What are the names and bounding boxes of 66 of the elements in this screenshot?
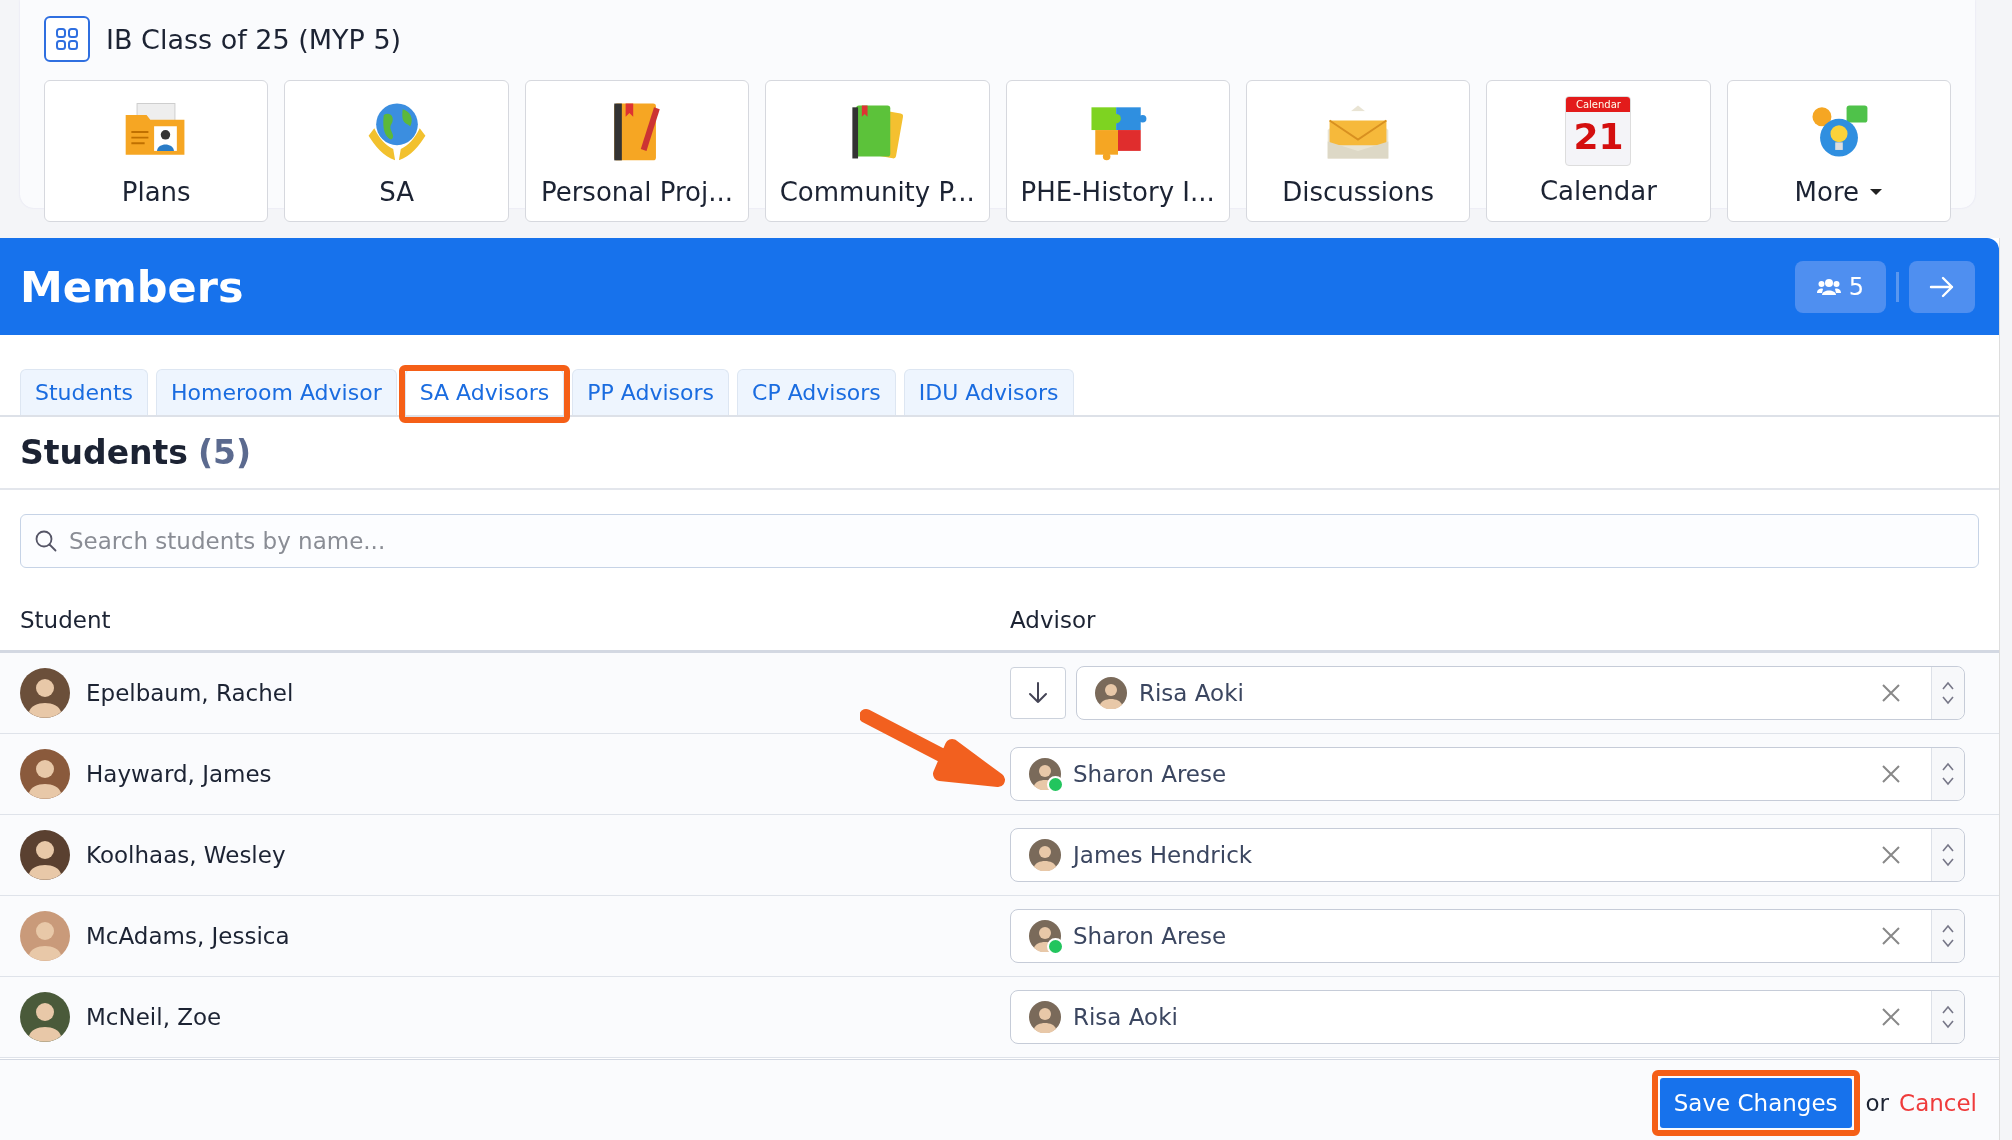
column-header: Advisor: [1010, 607, 1097, 633]
tab[interactable]: PP Advisors: [572, 369, 729, 415]
up-down-chevron-icon: [1941, 922, 1955, 950]
app-tile[interactable]: Community P...: [765, 80, 990, 222]
advisor-name: Risa Aoki: [1073, 1004, 1179, 1030]
avatar-silhouette: [20, 911, 70, 961]
forward-button[interactable]: [1909, 260, 1975, 313]
section-title: Students: [20, 433, 188, 472]
student-name: McAdams, Jessica: [86, 923, 290, 949]
right-arrow-icon: [1929, 275, 1955, 298]
apps-button[interactable]: [44, 16, 90, 62]
column-header: Student: [19, 607, 112, 633]
close-icon: [1881, 926, 1901, 946]
up-down-chevron-icon: [1941, 841, 1955, 869]
tab[interactable]: CP Advisors: [737, 369, 896, 415]
up-down-chevron-icon: [1941, 760, 1955, 788]
advisor-name: Sharon Arese: [1073, 923, 1228, 949]
app-tile[interactable]: More: [1726, 80, 1951, 222]
class-title: IB Class of 25 (MYP 5): [106, 23, 402, 55]
avatar-silhouette: [20, 749, 70, 799]
advisor-select[interactable]: Sharon Arese: [1010, 747, 1965, 801]
cancel-link[interactable]: Cancel: [1899, 1090, 1977, 1116]
search-field[interactable]: Search students by name...: [20, 514, 1979, 568]
student-name: Hayward, James: [86, 761, 272, 787]
avatar-silhouette: [1095, 677, 1127, 709]
app-tile[interactable]: Plans: [44, 80, 269, 222]
save-button[interactable]: Save Changes: [1659, 1078, 1852, 1128]
app-tile[interactable]: SA: [284, 80, 509, 222]
student-name: McNeil, Zoe: [86, 1004, 222, 1030]
calendar-icon-caption: Calendar: [1566, 97, 1631, 112]
advisor-name: Sharon Arese: [1073, 761, 1228, 787]
up-down-chevron-icon: [1941, 679, 1955, 707]
close-icon: [1881, 683, 1901, 703]
advisor-name: Risa Aoki: [1139, 680, 1245, 706]
tab[interactable]: Homeroom Advisor: [156, 369, 397, 415]
close-icon: [1881, 845, 1901, 865]
advisor-select[interactable]: James Hendrick: [1010, 828, 1965, 882]
advisor-select[interactable]: Sharon Arese: [1010, 909, 1965, 963]
app-tile[interactable]: PHE-History I...: [1005, 80, 1230, 222]
avatar-silhouette: [20, 992, 70, 1042]
advisor-name: James Hendrick: [1073, 842, 1254, 868]
student-count: (5): [197, 433, 252, 472]
app-tile[interactable]: Calendar 21 Calendar: [1486, 80, 1711, 222]
app-tile[interactable]: Discussions: [1245, 80, 1471, 222]
copy-down-button[interactable]: [1010, 667, 1066, 719]
grid-icon: [54, 26, 80, 52]
app-tile[interactable]: Personal Proj...: [524, 80, 750, 222]
close-icon: [1881, 1007, 1901, 1027]
avatar-silhouette: [20, 668, 70, 718]
student-name: Epelbaum, Rachel: [86, 680, 294, 706]
avatar-silhouette: [20, 830, 70, 880]
tab[interactable]: SA Advisors: [404, 369, 565, 415]
or-text: or: [1865, 1090, 1890, 1116]
avatar-silhouette: [1029, 839, 1061, 871]
advisor-select[interactable]: Risa Aoki: [1076, 666, 1965, 720]
members-title: Members: [20, 261, 244, 312]
tab[interactable]: Students: [20, 369, 149, 415]
student-name: Koolhaas, Wesley: [86, 842, 286, 868]
up-down-chevron-icon: [1941, 1003, 1955, 1031]
calendar-icon-day: 21: [1573, 112, 1624, 162]
down-arrow-icon: [1027, 681, 1049, 705]
people-icon: [1816, 277, 1841, 296]
close-icon: [1881, 764, 1901, 784]
avatar-silhouette: [1029, 1001, 1061, 1033]
tab[interactable]: IDU Advisors: [903, 369, 1074, 415]
advisor-select[interactable]: Risa Aoki: [1010, 990, 1965, 1044]
